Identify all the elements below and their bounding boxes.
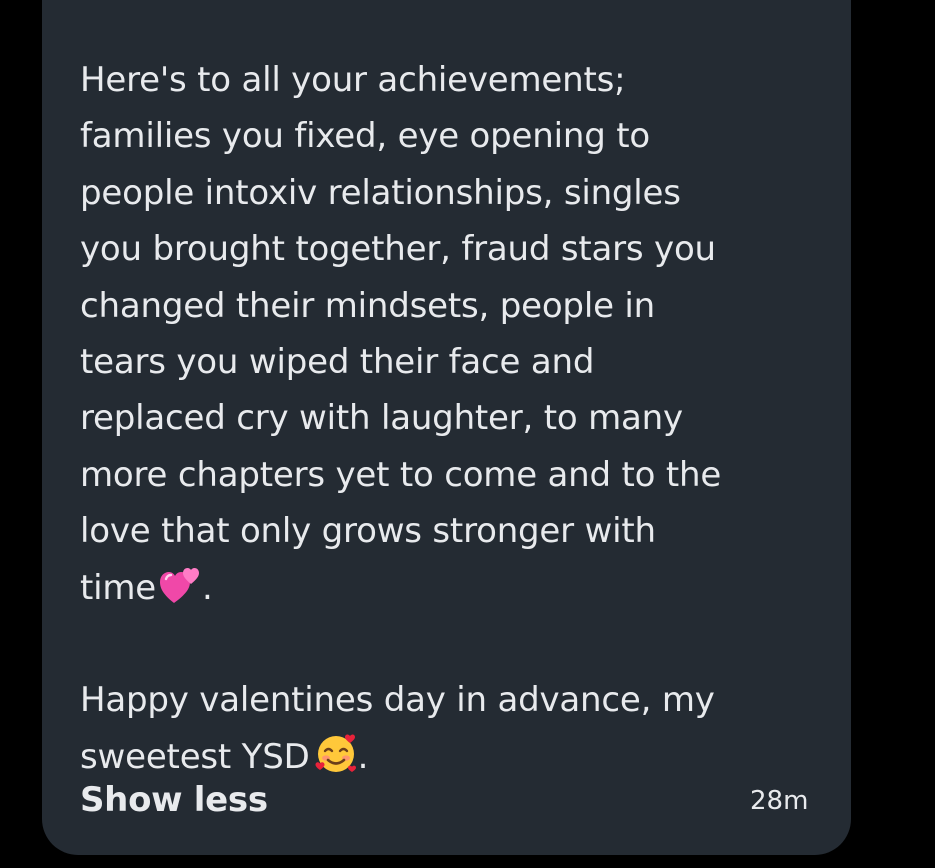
message-punctuation: . bbox=[202, 567, 213, 608]
show-less-button[interactable]: Show less bbox=[80, 780, 268, 820]
message-line: changed their mindsets, people in bbox=[80, 285, 655, 326]
message-timestamp: 28m bbox=[750, 786, 809, 816]
message-word: time bbox=[80, 567, 157, 608]
message-line: people intoxiv relationships, singles bbox=[80, 172, 681, 213]
message-line: more chapters yet to come and to the bbox=[80, 454, 722, 495]
message-line: replaced cry with laughter, to many bbox=[80, 398, 683, 439]
message-line-last: sweetest YSD . bbox=[80, 729, 820, 785]
two-hearts-emoji-icon bbox=[160, 567, 202, 605]
message-line: Here's to all your achievements; bbox=[80, 60, 626, 100]
message-line-last: time . bbox=[80, 560, 820, 616]
message-line: love that only grows stronger with bbox=[80, 511, 656, 552]
message-text: Here's to all your achievements; familie… bbox=[80, 52, 820, 785]
message-punctuation: . bbox=[357, 736, 369, 777]
message-line: families you fixed, eye opening to bbox=[80, 116, 650, 157]
message-line: Happy valentines day in advance, my bbox=[80, 680, 715, 721]
message-line: tears you wiped their face and bbox=[80, 342, 595, 383]
message-line: you brought together, fraud stars you bbox=[80, 229, 716, 270]
message-word: sweetest YSD bbox=[80, 736, 310, 777]
smiling-face-with-hearts-emoji-icon bbox=[314, 732, 358, 774]
